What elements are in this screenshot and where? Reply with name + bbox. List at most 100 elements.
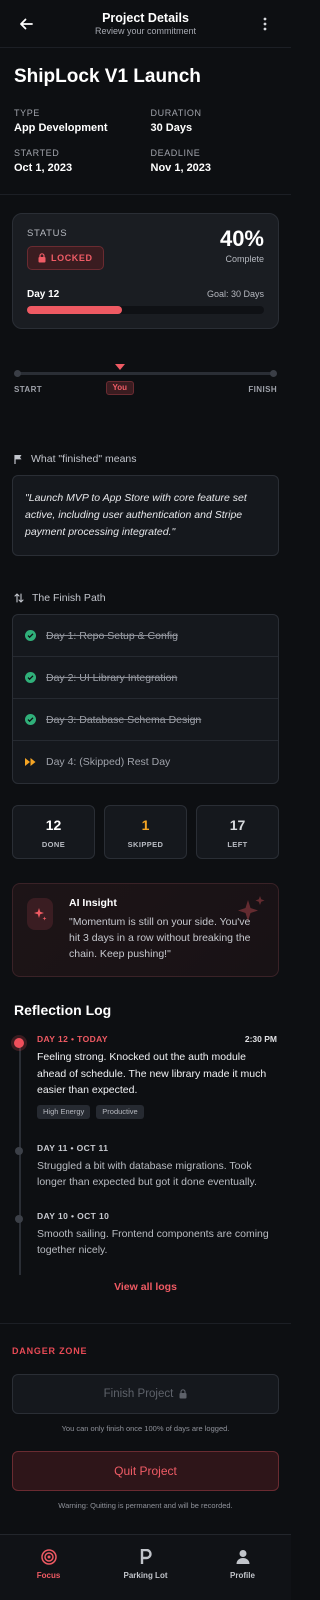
log-entry: DAY 10 • OCT 10 Smooth sailing. Frontend… bbox=[15, 1210, 277, 1259]
reflection-section: Reflection Log DAY 12 • TODAY 2:30 PM Fe… bbox=[0, 1002, 291, 1293]
meta-type: TYPE App Development bbox=[14, 108, 141, 134]
quit-project-label: Quit Project bbox=[114, 1463, 177, 1478]
finished-heading: What "finished" means bbox=[0, 453, 291, 465]
log-dot bbox=[15, 1214, 23, 1223]
check-circle-icon bbox=[25, 630, 36, 641]
log-entry-text: Struggled a bit with database migrations… bbox=[37, 1159, 257, 1189]
completion-percent: 40% bbox=[219, 226, 264, 251]
lock-icon bbox=[38, 253, 46, 263]
timeline-you-badge: You bbox=[105, 381, 135, 395]
progress-fill bbox=[27, 306, 122, 314]
tag: Productive bbox=[96, 1104, 144, 1119]
path-item-label: Day 4: (Skipped) Rest Day bbox=[46, 756, 171, 768]
log-timeline-line bbox=[19, 1040, 21, 1275]
stat-value: 12 bbox=[45, 817, 62, 833]
page-subtitle: Review your commitment bbox=[94, 26, 197, 36]
finish-path-heading-text: The Finish Path bbox=[32, 592, 106, 604]
path-item[interactable]: Day 2: UI Library Integration bbox=[13, 657, 278, 699]
timeline-start-label: START bbox=[14, 385, 43, 394]
stat-value: 1 bbox=[141, 817, 150, 833]
meta-label: TYPE bbox=[14, 108, 40, 118]
log-entry-time: 2:30 PM bbox=[244, 1034, 277, 1044]
nav-focus[interactable]: Focus bbox=[0, 1535, 97, 1600]
flag-icon bbox=[14, 455, 22, 464]
path-item-label: Day 1: Repo Setup & Config bbox=[46, 629, 178, 642]
finished-quote: "Launch MVP to App Store with core featu… bbox=[12, 475, 279, 556]
reflection-title: Reflection Log bbox=[14, 1002, 112, 1018]
tag: High Energy bbox=[37, 1104, 91, 1119]
path-item[interactable]: Day 4: (Skipped) Rest Day bbox=[13, 741, 278, 783]
locked-badge-text: LOCKED bbox=[51, 253, 93, 263]
lock-icon bbox=[179, 1388, 187, 1398]
stat-done: 12 DONE bbox=[12, 805, 95, 859]
project-summary: ShipLock V1 Launch TYPE App Development D… bbox=[0, 48, 291, 195]
path-item[interactable]: Day 3: Database Schema Design bbox=[13, 699, 278, 741]
meta-started: STARTED Oct 1, 2023 bbox=[14, 148, 141, 174]
bottom-nav: Focus Parking Lot Profile bbox=[0, 1534, 291, 1600]
view-all-logs-link[interactable]: View all logs bbox=[0, 1281, 291, 1293]
meta-value: App Development bbox=[14, 122, 108, 134]
goal-days: Goal: 30 Days bbox=[206, 289, 264, 299]
nav-label: Parking Lot bbox=[123, 1571, 168, 1580]
path-item-label: Day 3: Database Schema Design bbox=[46, 713, 202, 726]
nav-profile[interactable]: Profile bbox=[194, 1535, 291, 1600]
sort-arrows-icon bbox=[14, 593, 24, 603]
finish-project-label: Finish Project bbox=[103, 1387, 174, 1400]
stat-label: DONE bbox=[41, 840, 66, 849]
back-button[interactable] bbox=[14, 12, 38, 36]
log-entry-day: DAY 12 • TODAY bbox=[37, 1034, 108, 1044]
log-entry-day: DAY 10 • OCT 10 bbox=[37, 1210, 110, 1221]
stat-left: 17 LEFT bbox=[196, 805, 279, 859]
meta-label: DURATION bbox=[150, 108, 202, 118]
sparkle-icon bbox=[27, 898, 53, 930]
timeline-end-dot bbox=[270, 370, 277, 377]
log-entry-today: DAY 12 • TODAY 2:30 PM Feeling strong. K… bbox=[14, 1034, 277, 1119]
stat-skipped: 1 SKIPPED bbox=[104, 805, 187, 859]
stat-label: SKIPPED bbox=[127, 840, 164, 849]
user-icon bbox=[236, 1550, 249, 1564]
finish-project-button[interactable]: Finish Project bbox=[12, 1373, 279, 1414]
danger-zone: DANGER ZONE Finish Project You can only … bbox=[0, 1322, 291, 1510]
log-dot bbox=[15, 1146, 23, 1155]
project-title: ShipLock V1 Launch bbox=[14, 66, 201, 87]
timeline-start-dot bbox=[14, 370, 21, 377]
check-circle-icon bbox=[25, 672, 36, 683]
path-item[interactable]: Day 1: Repo Setup & Config bbox=[13, 615, 278, 657]
more-options-button[interactable] bbox=[253, 12, 277, 36]
quit-project-button[interactable]: Quit Project bbox=[12, 1450, 279, 1491]
quit-hint: Warning: Quitting is permanent and will … bbox=[58, 1500, 233, 1510]
path-item-label: Day 2: UI Library Integration bbox=[46, 671, 178, 684]
day-row: Day 12 Goal: 30 Days bbox=[27, 289, 264, 300]
status-card: STATUS LOCKED 40% Complete Day 12 Goal: … bbox=[12, 213, 279, 329]
log-entry-text: Smooth sailing. Frontend components are … bbox=[37, 1227, 269, 1257]
more-vertical-icon bbox=[263, 17, 267, 30]
meta-deadline: DEADLINE Nov 1, 2023 bbox=[151, 148, 278, 174]
log-entry-head: DAY 11 • OCT 11 bbox=[37, 1143, 277, 1153]
finish-hint: You can only finish once 100% of days ar… bbox=[61, 1423, 230, 1433]
fast-forward-icon bbox=[25, 758, 36, 766]
nav-label: Focus bbox=[36, 1571, 61, 1580]
meta-label: DEADLINE bbox=[150, 148, 201, 158]
header-titles: Project Details Review your commitment bbox=[95, 11, 196, 36]
log-entry-head: DAY 12 • TODAY 2:30 PM bbox=[37, 1034, 277, 1044]
timeline-finish-label: FINISH bbox=[248, 385, 277, 394]
stat-value: 17 bbox=[229, 817, 246, 833]
log-entry-text: Feeling strong. Knocked out the auth mod… bbox=[37, 1051, 267, 1096]
log-entry: DAY 11 • OCT 11 Struggled a bit with dat… bbox=[15, 1143, 277, 1191]
progress-track bbox=[27, 306, 264, 314]
target-icon bbox=[40, 1549, 57, 1565]
finished-section: What "finished" means "Launch MVP to App… bbox=[0, 453, 291, 556]
current-day: Day 12 bbox=[27, 289, 60, 300]
reflection-log: DAY 12 • TODAY 2:30 PM Feeling strong. K… bbox=[0, 1034, 291, 1275]
finish-path-section: The Finish Path Day 1: Repo Setup & Conf… bbox=[0, 592, 291, 784]
nav-label: Profile bbox=[230, 1571, 255, 1580]
finish-path-list: Day 1: Repo Setup & Config Day 2: UI Lib… bbox=[12, 614, 279, 784]
parking-icon bbox=[140, 1549, 152, 1564]
stat-label: LEFT bbox=[227, 840, 248, 849]
log-dot-active bbox=[14, 1038, 24, 1048]
check-circle-icon bbox=[25, 714, 36, 725]
locked-badge: LOCKED bbox=[27, 246, 104, 270]
sparkles-decoration-icon bbox=[238, 896, 265, 921]
meta-value: 30 Days bbox=[150, 122, 193, 134]
nav-parking-lot[interactable]: Parking Lot bbox=[97, 1535, 194, 1600]
